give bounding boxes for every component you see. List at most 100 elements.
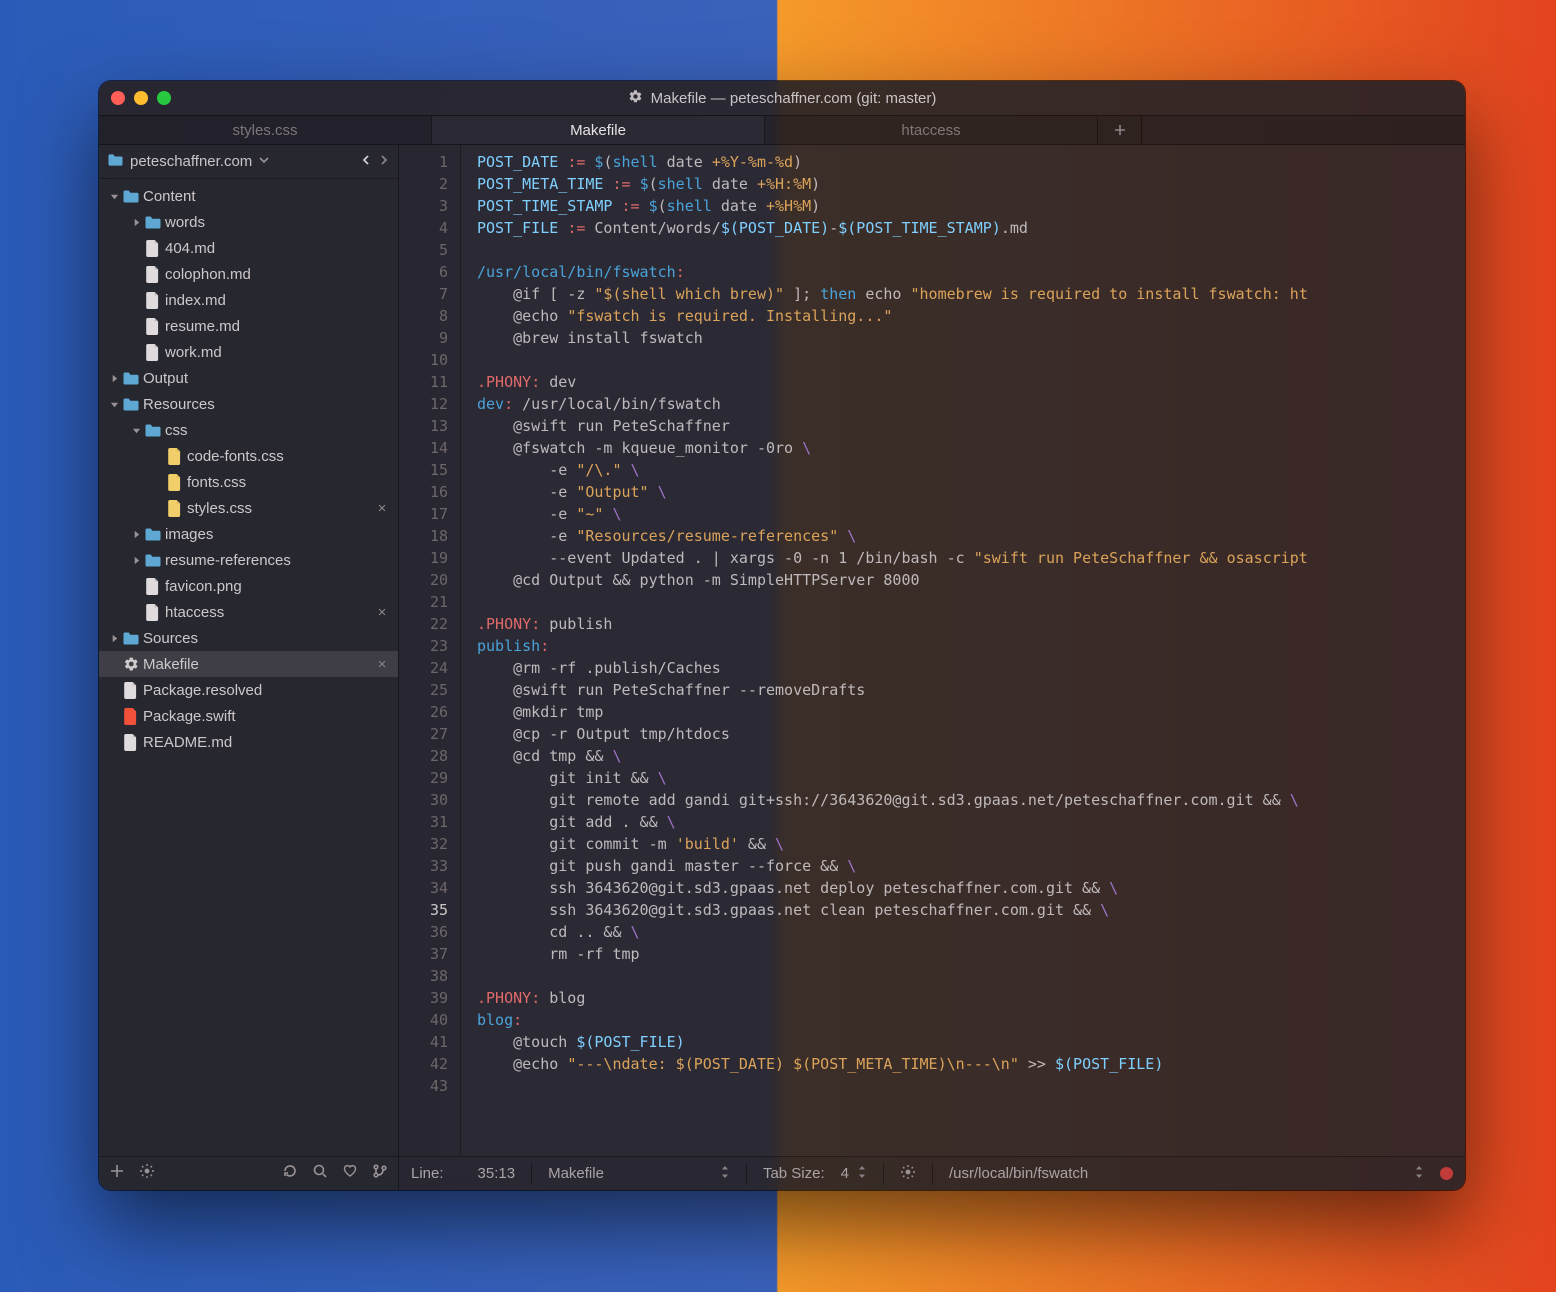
updown-icon [1414,1165,1424,1183]
disclosure-arrow-icon[interactable] [107,400,121,409]
sidebar-header[interactable]: peteschaffner.com [99,145,398,179]
tree-item-words[interactable]: words [99,209,398,235]
titlebar: Makefile — peteschaffner.com (git: maste… [99,81,1465,115]
unsaved-indicator-icon [1440,1167,1453,1180]
disclosure-arrow-icon[interactable] [107,634,121,643]
tree-item-readme-md[interactable]: README.md [99,729,398,755]
updown-icon [857,1165,867,1183]
tab-styles-css[interactable]: styles.css [99,116,432,144]
tree-item-label: Resources [141,396,390,413]
status-symbol-path[interactable]: /usr/local/bin/fswatch [949,1165,1424,1183]
code-content[interactable]: POST_DATE := $(shell date +%Y-%m-%d)POST… [461,145,1465,1156]
file-icon [143,344,163,361]
makefile-title-icon [628,89,643,108]
tree-item-label: index.md [163,292,390,309]
cssfile-icon [165,474,185,491]
file-icon [143,266,163,283]
add-icon[interactable] [109,1163,125,1184]
disclosure-arrow-icon[interactable] [129,556,143,565]
folder-icon [121,397,141,412]
disclosure-arrow-icon[interactable] [129,218,143,227]
tree-item-output[interactable]: Output [99,365,398,391]
tabbar: styles.cssMakefilehtaccess [99,115,1465,145]
tree-item-label: fonts.css [185,474,390,491]
tree-item-resources[interactable]: Resources [99,391,398,417]
window-zoom-button[interactable] [157,91,171,105]
folder-icon [143,527,163,542]
disclosure-arrow-icon[interactable] [129,530,143,539]
tree-item-makefile[interactable]: Makefile× [99,651,398,677]
tree-item-images[interactable]: images [99,521,398,547]
tree-item-404-md[interactable]: 404.md [99,235,398,261]
tree-item-resume-references[interactable]: resume-references [99,547,398,573]
close-icon[interactable]: × [374,500,390,517]
tree-item-label: htaccess [163,604,374,621]
folder-icon [121,371,141,386]
tree-item-content[interactable]: Content [99,183,398,209]
editor: 1234567891011121314151617181920212223242… [399,145,1465,1190]
traffic-lights [111,91,171,105]
tree-item-index-md[interactable]: index.md [99,287,398,313]
gear-icon[interactable] [900,1164,916,1184]
tree-item-work-md[interactable]: work.md [99,339,398,365]
file-icon [143,292,163,309]
nav-back-icon[interactable] [360,153,372,170]
status-line[interactable]: Line: 35:13 [411,1165,515,1182]
tree-item-package-resolved[interactable]: Package.resolved [99,677,398,703]
status-tabsize[interactable]: Tab Size: 4 [763,1165,867,1183]
gear-icon[interactable] [139,1163,155,1184]
tree-item-label: colophon.md [163,266,390,283]
file-tree[interactable]: Content words 404.md colophon.md index.md res… [99,179,398,1156]
code-area[interactable]: 1234567891011121314151617181920212223242… [399,145,1465,1156]
heart-icon[interactable] [342,1163,358,1184]
file-icon [143,318,163,335]
window-title-text: Makefile — peteschaffner.com (git: maste… [651,90,937,107]
folder-icon [107,153,124,171]
tree-item-htaccess[interactable]: htaccess× [99,599,398,625]
line-gutter[interactable]: 1234567891011121314151617181920212223242… [399,145,461,1156]
tree-item-label: Package.swift [141,708,390,725]
swift-icon [121,708,141,725]
cssfile-icon [165,448,185,465]
tree-item-label: css [163,422,390,439]
sidebar-footer [99,1156,398,1190]
tree-item-styles-css[interactable]: styles.css× [99,495,398,521]
close-icon[interactable]: × [374,604,390,621]
tree-item-resume-md[interactable]: resume.md [99,313,398,339]
tree-item-colophon-md[interactable]: colophon.md [99,261,398,287]
branch-icon[interactable] [372,1163,388,1184]
tab-htaccess[interactable]: htaccess [765,116,1098,144]
refresh-icon[interactable] [282,1163,298,1184]
tree-item-label: Package.resolved [141,682,390,699]
tree-item-label: 404.md [163,240,390,257]
window-minimize-button[interactable] [134,91,148,105]
nav-forward-icon[interactable] [378,153,390,170]
tree-item-css[interactable]: css [99,417,398,443]
statusbar: Line: 35:13 Makefile Tab Size: 4 [399,1156,1465,1190]
folder-icon [143,215,163,230]
window-close-button[interactable] [111,91,125,105]
search-icon[interactable] [312,1163,328,1184]
disclosure-arrow-icon[interactable] [107,192,121,201]
tree-item-fonts-css[interactable]: fonts.css [99,469,398,495]
status-syntax[interactable]: Makefile [548,1165,730,1183]
tree-item-label: work.md [163,344,390,361]
tree-item-favicon-png[interactable]: favicon.png [99,573,398,599]
tree-item-label: Content [141,188,390,205]
new-tab-button[interactable] [1098,116,1142,144]
tree-item-sources[interactable]: Sources [99,625,398,651]
chevron-down-icon[interactable] [258,153,270,170]
folder-icon [121,631,141,646]
tree-item-label: images [163,526,390,543]
disclosure-arrow-icon[interactable] [107,374,121,383]
tree-item-label: resume.md [163,318,390,335]
tab-makefile[interactable]: Makefile [432,116,765,144]
window-title: Makefile — peteschaffner.com (git: maste… [99,89,1465,108]
disclosure-arrow-icon[interactable] [129,426,143,435]
close-icon[interactable]: × [374,656,390,673]
status-tab-value: 4 [841,1165,849,1182]
tree-item-code-fonts-css[interactable]: code-fonts.css [99,443,398,469]
gear-icon [121,656,141,672]
tree-item-package-swift[interactable]: Package.swift [99,703,398,729]
tree-item-label: words [163,214,390,231]
